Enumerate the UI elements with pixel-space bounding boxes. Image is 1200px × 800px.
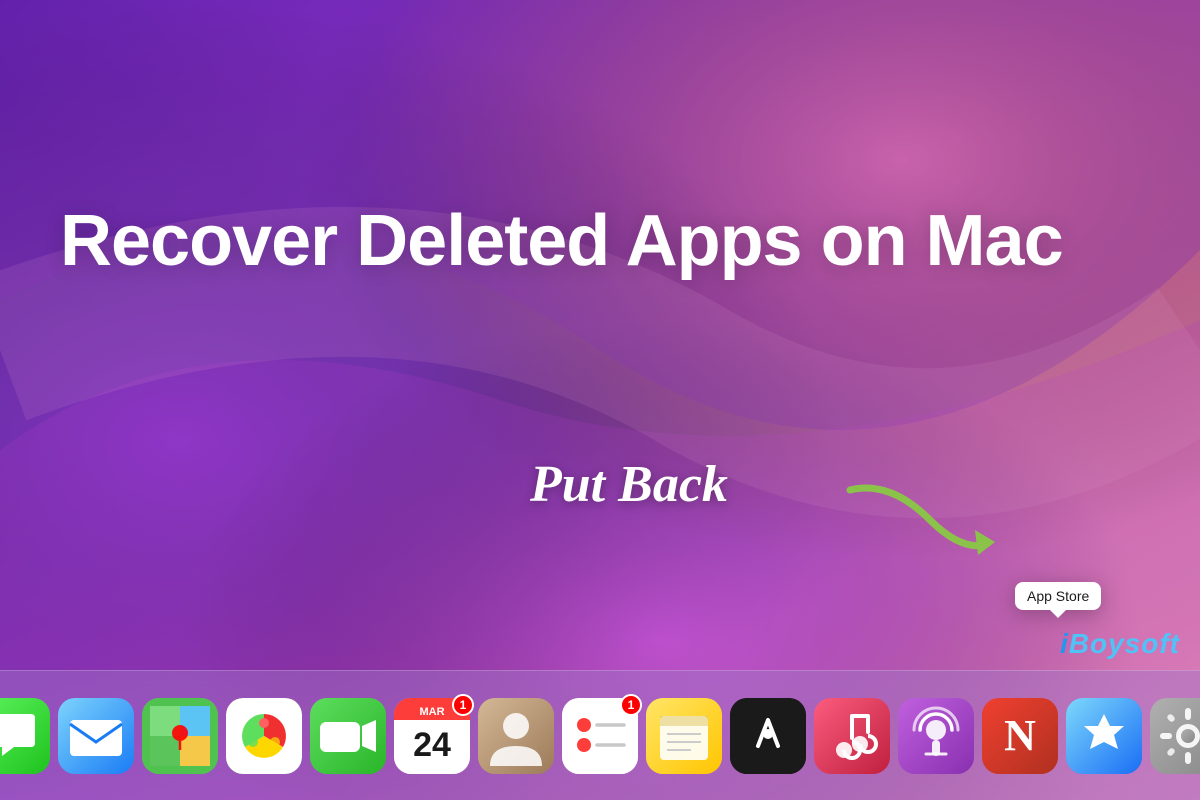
dock-icon-inner-maps — [142, 698, 218, 774]
tooltip-label: App Store — [1027, 588, 1089, 604]
dock-icon-messages[interactable] — [0, 698, 50, 774]
dock-icon-inner-contacts — [478, 698, 554, 774]
dock-icon-settings[interactable] — [1150, 698, 1200, 774]
dock-icon-inner-messages — [0, 698, 50, 774]
watermark: iBoysoft — [1060, 628, 1180, 660]
dock-icon-maps[interactable] — [142, 698, 218, 774]
badge-calendar: 1 — [452, 694, 474, 716]
dock-icon-calendar[interactable]: 24 MAR 1 — [394, 698, 470, 774]
svg-text:N: N — [1004, 711, 1036, 760]
dock-icon-inner-facetime — [310, 698, 386, 774]
dock-icon-inner-settings — [1150, 698, 1200, 774]
dock-icon-contacts[interactable] — [478, 698, 554, 774]
badge-reminders: 1 — [620, 694, 642, 716]
dock-icon-facetime[interactable] — [310, 698, 386, 774]
dock-icon-inner-news: N — [982, 698, 1058, 774]
dock-icon-inner-photos — [226, 698, 302, 774]
main-title: Recover Deleted Apps on Mac — [60, 200, 1140, 283]
dock-icon-inner-music — [814, 698, 890, 774]
watermark-text: Boysoft — [1069, 628, 1180, 659]
svg-text:24: 24 — [413, 726, 451, 764]
watermark-i: i — [1060, 628, 1069, 659]
dock-icon-photos[interactable] — [226, 698, 302, 774]
arrow-icon — [830, 470, 1010, 570]
dock-icon-inner-podcasts — [898, 698, 974, 774]
svg-text:MAR: MAR — [419, 706, 444, 718]
dock-icon-inner-notes — [646, 698, 722, 774]
put-back-label: Put Back — [530, 455, 728, 514]
dock-icon-appletv[interactable] — [730, 698, 806, 774]
dock-icon-music[interactable] — [814, 698, 890, 774]
arrow-container — [830, 470, 1010, 575]
app-store-tooltip: App Store — [1015, 582, 1101, 610]
dock: 24 MAR 1 1 — [0, 670, 1200, 800]
dock-icon-mail[interactable] — [58, 698, 134, 774]
dock-icon-reminders[interactable]: 1 — [562, 698, 638, 774]
dock-icon-inner-mail — [58, 698, 134, 774]
dock-icon-appstore[interactable] — [1066, 698, 1142, 774]
dock-icon-inner-appletv — [730, 698, 806, 774]
dock-icon-podcasts[interactable] — [898, 698, 974, 774]
dock-icon-inner-appstore — [1066, 698, 1142, 774]
dock-icon-news[interactable]: N — [982, 698, 1058, 774]
dock-icon-notes[interactable] — [646, 698, 722, 774]
